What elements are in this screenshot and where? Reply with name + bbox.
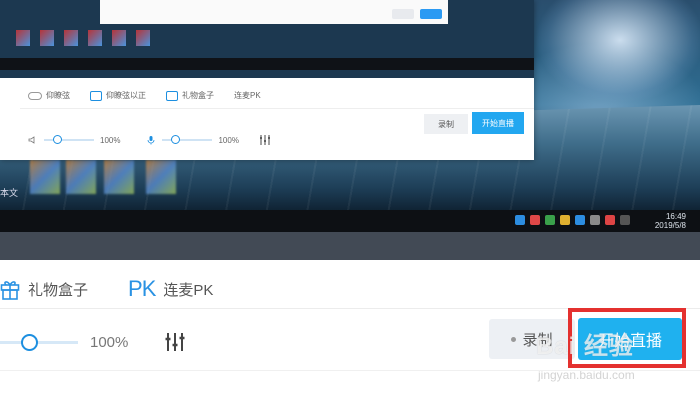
blurred-desktop-icon: [66, 160, 96, 194]
small-feature-row: 仰瞭弦 仰瞭弦以正 礼物盒子 连麦PK: [28, 90, 261, 101]
small-divider: [20, 108, 534, 109]
small-feature-gift[interactable]: 礼物盒子: [166, 90, 214, 101]
mic-volume-value: 100%: [90, 333, 129, 351]
toggle-icon: [28, 91, 42, 100]
mini-taskbar: [0, 58, 534, 70]
system-tray: [515, 215, 630, 225]
taskbar-clock: 16:49 2019/5/8: [654, 212, 686, 230]
nested-live-window: 仰瞭弦 仰瞭弦以正 礼物盒子 连麦PK 100% 100% 录制 开始直播: [0, 0, 534, 160]
blurred-desktop-icon: [104, 160, 134, 194]
window-backdrop: [0, 232, 700, 260]
link-mic-pk-label: 连麦PK: [163, 281, 214, 299]
small-feature-toggle[interactable]: 仰瞭弦: [28, 90, 70, 101]
pk-icon: PK: [128, 276, 156, 301]
slider-knob[interactable]: [21, 333, 38, 351]
panel-divider: [0, 308, 700, 309]
record-dot-icon: [511, 336, 517, 342]
small-speaker-slider[interactable]: [44, 135, 94, 144]
speaker-icon: [28, 136, 35, 144]
desktop-icon-label: 本文: [0, 188, 19, 198]
feature-row: 礼物盒子 PK 连麦PK: [0, 276, 253, 302]
mini-desktop-icons: [16, 30, 150, 46]
small-record-button[interactable]: 录制: [424, 114, 468, 134]
gift-box-button[interactable]: 礼物盒子: [0, 278, 88, 300]
mini-record-button: [392, 9, 414, 19]
gift-icon: [166, 90, 178, 101]
live-control-panel: 礼物盒子 PK 连麦PK 100% 录制 开始直播 Bai 经验 jingyan…: [0, 260, 700, 400]
captured-taskbar: 16:49 2019/5/8: [0, 210, 700, 232]
small-feature-pk[interactable]: 连麦PK: [234, 90, 261, 101]
baidu-watermark: Bai 经验: [536, 333, 635, 360]
volume-row: 100%: [0, 320, 186, 364]
gift-icon: [0, 281, 20, 300]
small-volume-row: 100% 100%: [28, 118, 271, 162]
mic-volume-slider[interactable]: [0, 333, 78, 351]
camera-icon: [90, 90, 102, 101]
blurred-desktop-icon: [146, 160, 176, 194]
link-mic-pk-button[interactable]: PK 连麦PK: [128, 276, 213, 302]
small-start-live-button[interactable]: 开始直播: [472, 112, 524, 134]
panel-bottom-line: [0, 370, 700, 371]
mixer-icon[interactable]: [164, 331, 186, 353]
nested-screen-preview: [0, 0, 534, 78]
mixer-icon[interactable]: [259, 134, 271, 146]
desktop-screenshot: 本文 仰瞭弦 仰瞭弦以正 礼物盒子 连麦PK 100% 100% 录制 开始直播…: [0, 0, 700, 232]
microphone-icon: [148, 136, 155, 145]
mini-live-button: [420, 9, 442, 19]
blurred-desktop-icon: [30, 160, 60, 194]
small-feature-camera[interactable]: 仰瞭弦以正: [90, 90, 146, 101]
gift-box-label: 礼物盒子: [28, 281, 89, 299]
small-mic-slider[interactable]: [162, 135, 213, 144]
